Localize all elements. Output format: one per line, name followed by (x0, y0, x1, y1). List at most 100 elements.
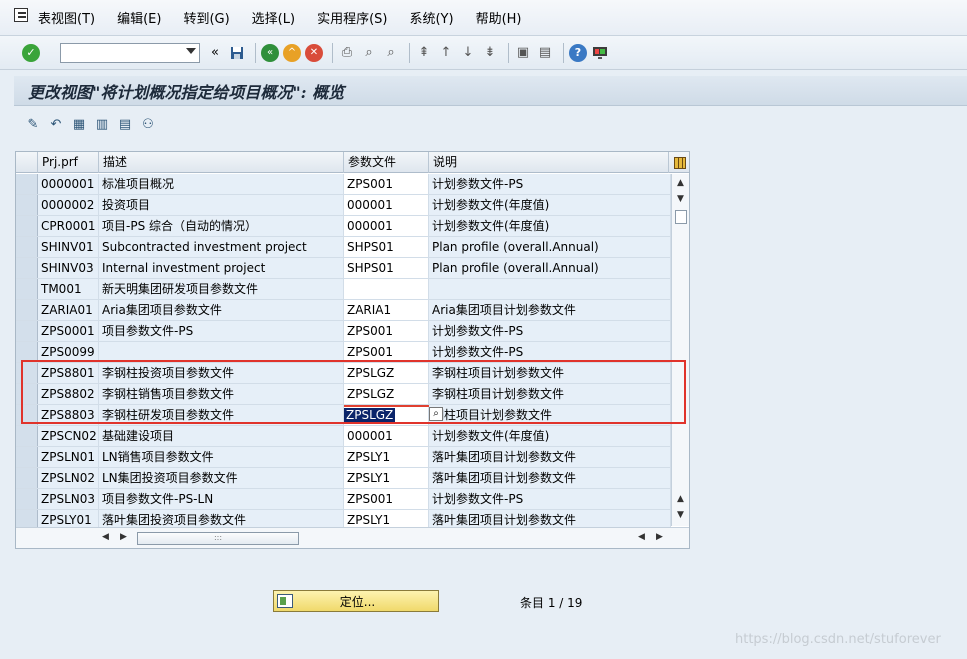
menu-system[interactable]: 系统(Y) (409, 8, 453, 27)
menu-help[interactable]: 帮助(H) (476, 8, 522, 27)
chevron-down-icon[interactable] (186, 47, 196, 54)
find-icon[interactable]: ⌕ (360, 44, 378, 62)
scroll-left-end-icon[interactable]: ◀ (638, 532, 645, 542)
table-cell-c3[interactable]: ZPS001 (344, 321, 429, 341)
back-arrows-icon[interactable]: « (206, 44, 224, 62)
scroll-thumb[interactable] (675, 210, 687, 224)
table-row[interactable]: ZPS8801 李钢柱投资项目参数文件 ZPSLGZ 李钢柱项目计划参数文件 (16, 363, 671, 384)
table-cell-c3[interactable]: 000001 (344, 195, 429, 215)
selected-cell-value[interactable]: ZPSLGZ (344, 408, 396, 422)
scroll-right-end-icon[interactable]: ▶ (656, 532, 663, 542)
table-row[interactable]: ZPSCN02 基础建设项目 000001 计划参数文件(年度值) (16, 426, 671, 447)
table-row[interactable]: ZPS8803 李钢柱研发项目参数文件 ZPSLGZ ⌕ 钢柱项目计划参数文件 (16, 405, 671, 426)
select-all-rows-button[interactable] (16, 152, 38, 173)
deselect-all-icon[interactable]: ▤ (116, 115, 134, 133)
table-cell-c3[interactable]: ZPS001 (344, 342, 429, 362)
table-row[interactable]: SHINV03 Internal investment project SHPS01… (16, 258, 671, 279)
horizontal-scroll-thumb[interactable]: ::: (137, 532, 299, 545)
row-selector[interactable] (16, 405, 38, 425)
table-row[interactable]: ZPSLN02 LN集团投资项目参数文件 ZPSLY1 落叶集团项目计划参数文件 (16, 468, 671, 489)
table-row[interactable]: 0000001 标准项目概况 ZPS001 计划参数文件-PS (16, 174, 671, 195)
next-page-icon[interactable]: ↓ (459, 44, 477, 62)
menu-table-view[interactable]: 表视图(T) (38, 8, 95, 27)
find-next-icon[interactable]: ⌕ (382, 44, 400, 62)
back-icon[interactable]: « (261, 43, 279, 62)
horizontal-scrollbar[interactable]: ◀ ▶ ::: ◀ ▶ (16, 527, 689, 548)
row-selector[interactable] (16, 363, 38, 383)
table-cell-c3[interactable]: ZPS001 (344, 174, 429, 194)
customize-layout-icon[interactable] (591, 44, 609, 62)
row-selector[interactable] (16, 300, 38, 320)
shortcut-icon[interactable]: ▤ (536, 44, 554, 62)
row-selector[interactable] (16, 174, 38, 194)
table-cell-c3[interactable]: ZPSLGZ (344, 384, 429, 404)
glasses-icon[interactable]: ⚇ (139, 115, 157, 133)
last-page-icon[interactable]: ⇟ (481, 44, 499, 62)
scroll-right-icon[interactable]: ▶ (120, 532, 127, 542)
table-row[interactable]: TM001 新天明集团研发项目参数文件 (16, 279, 671, 300)
row-selector[interactable] (16, 279, 38, 299)
table-settings-button[interactable] (669, 152, 687, 173)
scroll-left-icon[interactable]: ◀ (102, 532, 109, 542)
scroll-up-icon[interactable]: ▲ (672, 178, 689, 192)
table-cell-c3[interactable]: SHPS01 (344, 258, 429, 278)
column-header-plan-profile[interactable]: 参数文件 (344, 152, 429, 173)
column-header-description[interactable]: 描述 (99, 152, 344, 173)
display-change-icon[interactable]: ✎ (24, 115, 42, 133)
menu-selection[interactable]: 选择(L) (252, 8, 295, 27)
previous-page-icon[interactable]: ↑ (437, 44, 455, 62)
row-selector[interactable] (16, 321, 38, 341)
table-cell-c3[interactable]: 000001 (344, 216, 429, 236)
undo-icon[interactable]: ↶ (47, 115, 65, 133)
table-row[interactable]: ZPS0099 ZPS001 计划参数文件-PS (16, 342, 671, 363)
new-session-icon[interactable]: ▣ (514, 44, 532, 62)
select-all-icon[interactable]: ▦ (70, 115, 88, 133)
scroll-down-icon[interactable]: ▼ (672, 194, 689, 208)
table-row[interactable]: ZPSLN01 LN销售项目参数文件 ZPSLY1 落叶集团项目计划参数文件 (16, 447, 671, 468)
table-cell-c3[interactable]: 000001 (344, 426, 429, 446)
menu-goto[interactable]: 转到(G) (183, 8, 229, 27)
help-icon[interactable]: ? (569, 43, 587, 62)
table-row[interactable]: ZPS0001 项目参数文件-PS ZPS001 计划参数文件-PS (16, 321, 671, 342)
row-selector[interactable] (16, 216, 38, 236)
row-selector[interactable] (16, 258, 38, 278)
table-cell-c3[interactable]: ZPSLY1 (344, 447, 429, 467)
print-icon[interactable]: ⎙ (338, 44, 356, 62)
row-selector[interactable] (16, 342, 38, 362)
menu-edit[interactable]: 编辑(E) (117, 8, 161, 27)
table-row[interactable]: CPR0001 项目-PS 综合（自动的情况） 000001 计划参数文件(年度值) (16, 216, 671, 237)
cancel-icon[interactable]: ✕ (305, 43, 323, 62)
table-cell-c3[interactable] (344, 279, 429, 299)
scroll-page-up-icon[interactable]: ▲ (672, 494, 689, 508)
table-row[interactable]: ZPS8802 李钢柱销售项目参数文件 ZPSLGZ 李钢柱项目计划参数文件 (16, 384, 671, 405)
table-row[interactable]: ZPSLN03 项目参数文件-PS-LN ZPS001 计划参数文件-PS (16, 489, 671, 510)
column-header-project-profile[interactable]: Prj.prf (38, 152, 99, 173)
table-row[interactable]: 0000002 投资项目 000001 计划参数文件(年度值) (16, 195, 671, 216)
row-selector[interactable] (16, 384, 38, 404)
select-block-icon[interactable]: ▥ (93, 115, 111, 133)
row-selector[interactable] (16, 426, 38, 446)
menu-utilities[interactable]: 实用程序(S) (317, 8, 387, 27)
table-cell-c3[interactable]: ZPSLY1 (344, 468, 429, 488)
row-selector[interactable] (16, 447, 38, 467)
vertical-scrollbar[interactable]: ▲ ▼ ▲ ▼ (671, 174, 689, 526)
row-selector[interactable] (16, 237, 38, 257)
table-cell-c3[interactable]: ZPS001 (344, 489, 429, 509)
row-selector[interactable] (16, 468, 38, 488)
row-selector[interactable] (16, 195, 38, 215)
table-cell-c3[interactable]: ZARIA1 (344, 300, 429, 320)
menu-system-icon[interactable] (14, 7, 28, 22)
first-page-icon[interactable]: ⇞ (415, 44, 433, 62)
table-row[interactable]: SHINV01 Subcontracted investment project S… (16, 237, 671, 258)
enter-check-icon[interactable]: ✓ (22, 43, 40, 62)
table-cell-c3[interactable]: ZPSLGZ (344, 363, 429, 383)
table-cell-c3[interactable]: ZPSLGZ ⌕ (344, 405, 443, 425)
save-icon[interactable] (228, 44, 246, 62)
table-row[interactable]: ZARIA01 Aria集团项目参数文件 ZARIA1 Aria集团项目计划参数文件 (16, 300, 671, 321)
column-header-explanation[interactable]: 说明 (429, 152, 669, 173)
table-cell-c3[interactable]: SHPS01 (344, 237, 429, 257)
command-field[interactable] (60, 42, 200, 63)
row-selector[interactable] (16, 489, 38, 509)
scroll-page-down-icon[interactable]: ▼ (672, 510, 689, 524)
value-help-icon[interactable]: ⌕ (429, 407, 443, 421)
